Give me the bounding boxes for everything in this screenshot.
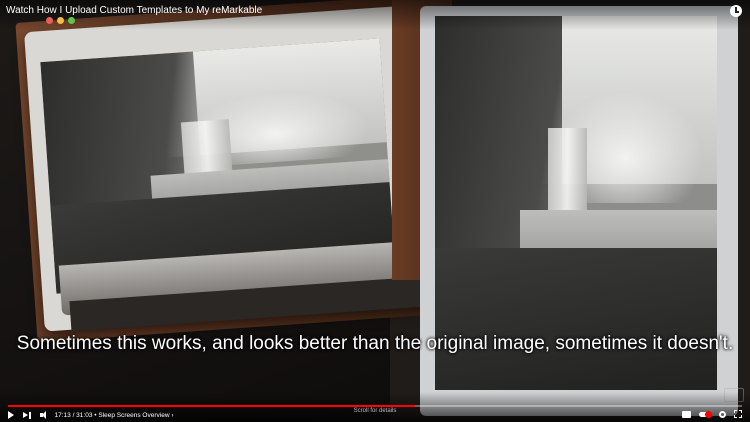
settings-gear-icon[interactable] [719,410,726,418]
autoplay-toggle-icon[interactable] [699,410,712,418]
video-player[interactable]: Watch How I Upload Custom Templates to M… [0,0,750,422]
clock-icon[interactable] [730,5,742,17]
video-frame [0,0,750,422]
play-icon[interactable] [8,411,14,419]
subtitle-caption: Sometimes this works, and looks better t… [16,333,734,354]
minimize-dot-icon [57,17,64,24]
window-controls [46,17,75,24]
top-bar: Watch How I Upload Custom Templates to M… [0,0,750,30]
video-title[interactable]: Watch How I Upload Custom Templates to M… [6,5,262,16]
progress-bar-fill [8,405,416,407]
progress-bar[interactable] [8,405,742,407]
close-dot-icon [46,17,53,24]
right-controls [682,410,742,418]
fullscreen-icon[interactable] [734,410,742,418]
captions-icon[interactable] [682,410,691,418]
volume-icon[interactable] [39,411,46,419]
zoom-dot-icon [68,17,75,24]
left-controls: 17:13 / 31:03 • Sleep Screens Overview › [8,410,173,420]
time-display[interactable]: 17:13 / 31:03 • Sleep Screens Overview › [55,412,174,419]
next-icon[interactable] [23,411,31,419]
